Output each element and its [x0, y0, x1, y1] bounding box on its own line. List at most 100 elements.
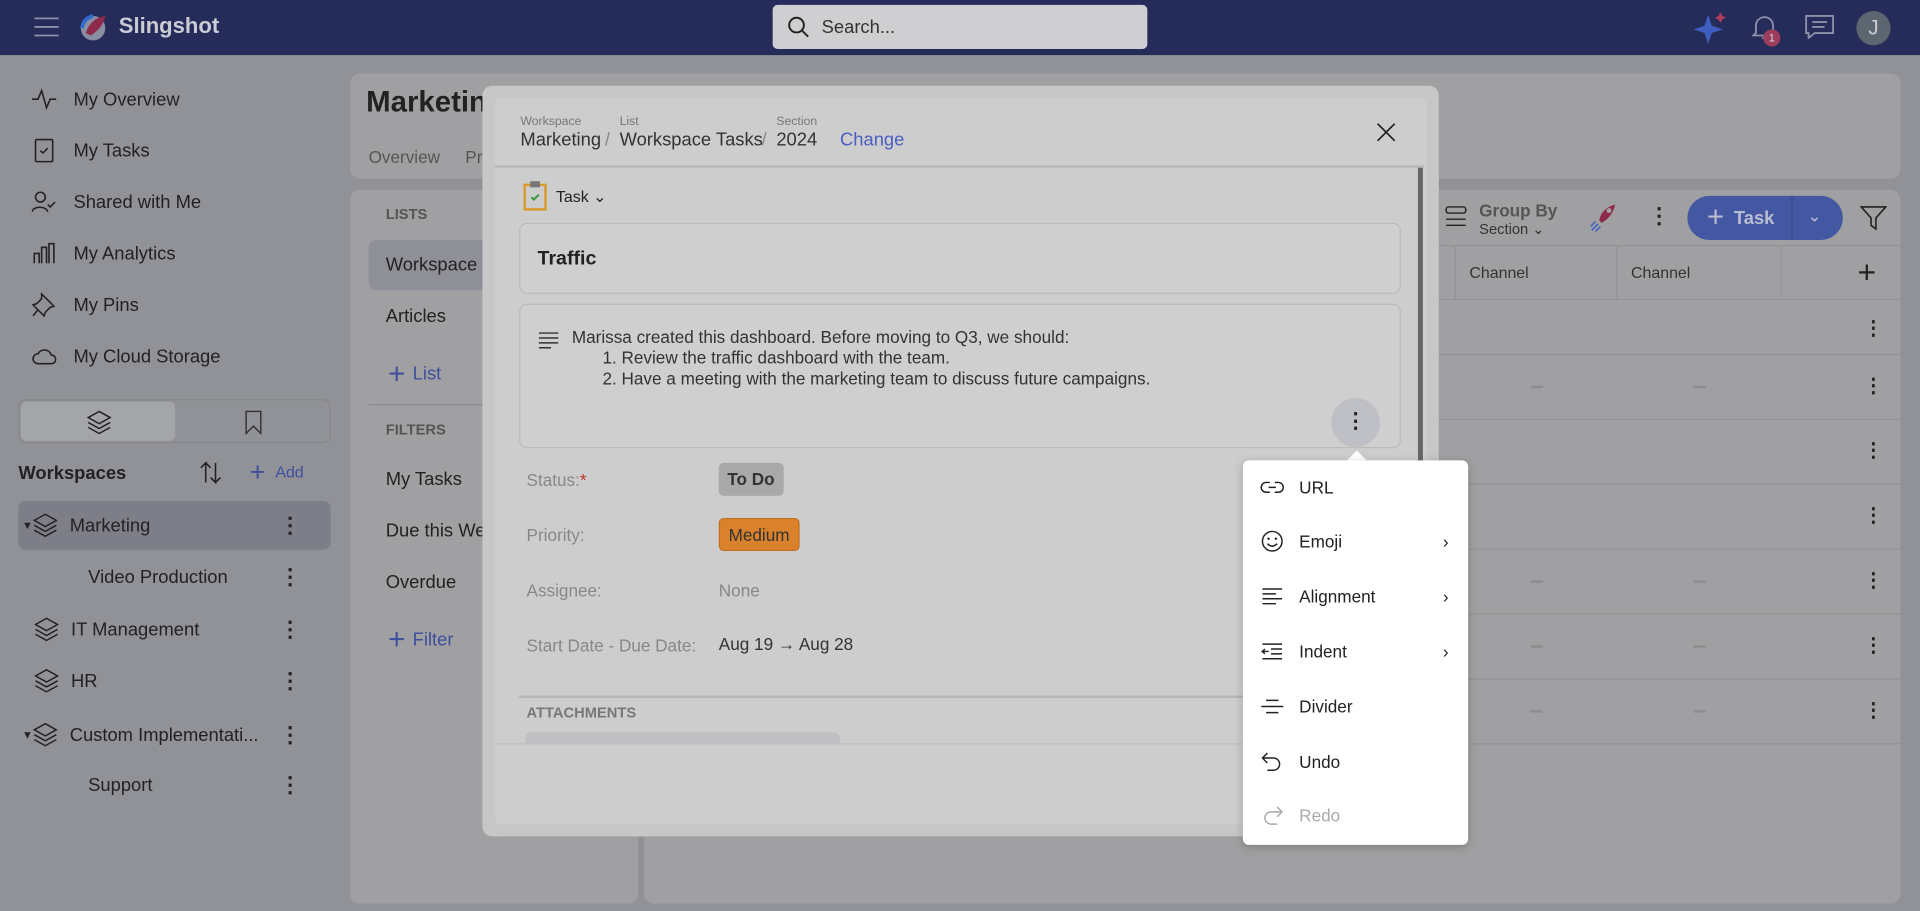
sidebar-item-my-tasks[interactable]: My Tasks [32, 133, 150, 167]
empty-cell [1693, 385, 1706, 389]
description-list-item: 1. Review the traffic dashboard with the… [602, 347, 950, 368]
chevron-down-icon[interactable]: ⌄ [1807, 206, 1821, 227]
workspace-hr[interactable]: HR ⋮ [18, 656, 330, 705]
priority-badge[interactable]: Medium [718, 517, 800, 552]
description-list-item: 2. Have a meeting with the marketing tea… [602, 368, 1151, 389]
more-icon[interactable]: ⋮ [279, 514, 301, 536]
row-more-icon[interactable]: ⋮ [1864, 373, 1884, 397]
row-more-icon[interactable]: ⋮ [1864, 503, 1884, 527]
sidebar-item-shared-with-me[interactable]: Shared with Me [31, 185, 201, 219]
breadcrumb-workspace[interactable]: Marketing [520, 130, 601, 151]
divider [494, 165, 1425, 168]
menu-item-divider[interactable]: Divider [1243, 680, 1468, 734]
filter-due-this-week[interactable]: Due this Week [386, 520, 483, 541]
group-by-dropdown[interactable]: Section ⌄ [1479, 220, 1544, 237]
filter-overdue[interactable]: Overdue [386, 572, 456, 593]
row-more-icon[interactable]: ⋮ [1864, 698, 1884, 722]
rocket-icon[interactable] [1589, 203, 1616, 232]
breadcrumb-label: List [619, 115, 639, 129]
link-icon [1260, 481, 1284, 493]
search-input[interactable]: Search... [772, 4, 1148, 49]
add-task-button[interactable]: + Task ⌄ [1687, 195, 1843, 241]
breadcrumb-list[interactable]: Workspace Tasks [620, 130, 763, 151]
change-location-link[interactable]: Change [840, 130, 904, 151]
filter-icon[interactable] [1860, 204, 1887, 231]
add-workspace-button[interactable]: + Add [250, 458, 304, 485]
avatar[interactable]: J [1856, 11, 1891, 46]
add-list-button[interactable]: + List [388, 358, 441, 392]
sidebar-item-my-cloud-storage[interactable]: My Cloud Storage [32, 339, 220, 373]
bar-chart-icon [33, 242, 55, 264]
align-left-icon [1262, 588, 1283, 605]
group-by-icon[interactable] [1445, 204, 1467, 228]
bookmark-icon[interactable] [245, 410, 262, 435]
add-column-icon[interactable]: + [1858, 253, 1877, 291]
breadcrumb-section[interactable]: 2024 [776, 130, 817, 151]
priority-label: Priority: [526, 525, 585, 545]
layers-icon [34, 617, 59, 642]
menu-item-url[interactable]: URL [1243, 460, 1468, 514]
row-more-icon[interactable]: ⋮ [1864, 633, 1884, 657]
tab-overview[interactable]: Overview [369, 147, 440, 167]
menu-item-emoji[interactable]: Emoji › [1243, 514, 1468, 568]
column-header-channel[interactable]: Channel [1469, 263, 1528, 281]
task-title-input[interactable]: Traffic [519, 222, 1401, 294]
chevron-down-icon: ⌄ [593, 187, 607, 206]
column-header-channel[interactable]: Channel [1631, 263, 1690, 281]
lists-title: LISTS [385, 205, 428, 223]
workspace-marketing[interactable]: ▼ Marketing ⋮ [18, 500, 331, 550]
layers-icon [32, 722, 58, 747]
chevron-right-icon: › [1442, 641, 1449, 662]
workspace-support[interactable]: Support ⋮ [18, 760, 330, 809]
caret-down-icon[interactable]: ▼ [22, 729, 33, 741]
tab-pr[interactable]: Pr [465, 147, 482, 167]
description-editor[interactable]: Marissa created this dashboard. Before m… [519, 303, 1401, 449]
more-icon[interactable]: ⋮ [279, 670, 301, 692]
caret-down-icon[interactable]: ▼ [22, 519, 33, 531]
filters-title: FILTERS [385, 421, 446, 439]
redo-icon [1264, 806, 1284, 825]
layers-icon [34, 668, 59, 693]
task-type-dropdown[interactable]: Task ⌄ [556, 187, 607, 207]
more-icon[interactable]: ⋮ [279, 774, 301, 796]
required-marker: * [579, 470, 587, 490]
breadcrumb-label: Workspace [520, 115, 582, 129]
more-options-icon[interactable]: ⋮ [1648, 203, 1670, 229]
more-icon[interactable]: ⋮ [279, 566, 301, 588]
breadcrumb-separator: / [761, 129, 767, 151]
add-filter-button[interactable]: + Filter [388, 623, 453, 657]
row-more-icon[interactable]: ⋮ [1864, 568, 1884, 592]
sidebar-item-my-analytics[interactable]: My Analytics [32, 236, 176, 270]
more-icon[interactable]: ⋮ [279, 618, 301, 640]
sidebar-item-my-pins[interactable]: My Pins [31, 288, 139, 322]
menu-item-redo[interactable]: Redo [1243, 789, 1468, 843]
menu-item-indent[interactable]: Indent › [1243, 624, 1468, 678]
date-range[interactable]: Aug 19 → Aug 28 [719, 634, 853, 654]
editor-more-button[interactable]: ⋮ [1331, 397, 1381, 447]
cloud-icon [32, 349, 57, 365]
row-more-icon[interactable]: ⋮ [1864, 438, 1884, 462]
menu-item-undo[interactable]: Undo [1243, 735, 1468, 789]
assignee-value[interactable]: None [719, 580, 760, 600]
row-more-icon[interactable]: ⋮ [1864, 316, 1884, 340]
workspace-custom-implementation[interactable]: ▼ Custom Implementati... ⋮ [18, 710, 330, 759]
chevron-down-icon: ⌄ [1532, 220, 1545, 238]
filter-my-tasks[interactable]: My Tasks [386, 469, 462, 490]
status-badge[interactable]: To Do [718, 462, 784, 496]
plus-icon: + [388, 357, 406, 391]
list-item-articles[interactable]: Articles [386, 306, 446, 327]
attachment-dropzone[interactable] [525, 732, 841, 744]
sidebar-item-my-overview[interactable]: My Overview [31, 82, 180, 116]
menu-item-alignment[interactable]: Alignment › [1243, 569, 1468, 623]
empty-cell [1693, 645, 1706, 648]
sort-icon[interactable] [198, 460, 222, 485]
undo-icon [1261, 752, 1281, 771]
sparkle-icon[interactable] [1693, 12, 1727, 45]
workspace-it-management[interactable]: IT Management ⋮ [18, 605, 330, 654]
menu-icon[interactable] [34, 16, 59, 38]
start-date: Aug 19 [718, 634, 774, 654]
chat-icon[interactable] [1805, 15, 1834, 40]
close-icon[interactable] [1376, 122, 1396, 142]
more-icon[interactable]: ⋮ [279, 724, 301, 746]
workspace-video-production[interactable]: Video Production ⋮ [18, 552, 330, 601]
